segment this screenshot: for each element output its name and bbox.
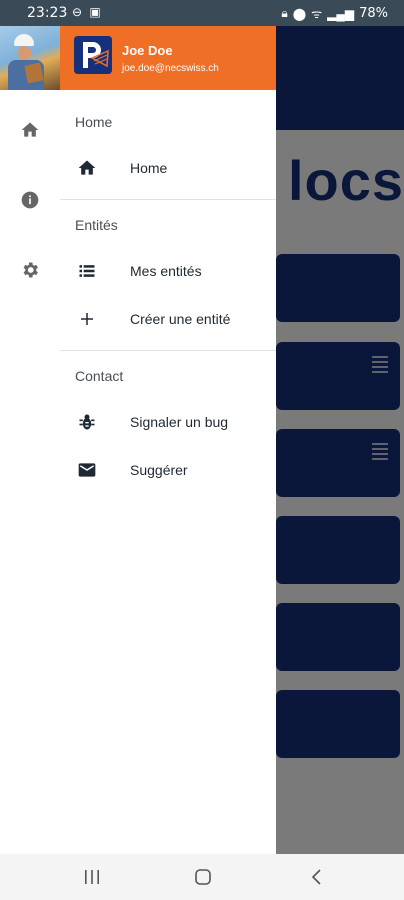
- list-icon: [76, 260, 98, 282]
- drawer-item-home[interactable]: Home: [60, 145, 276, 191]
- status-time: 23:23: [27, 5, 68, 21]
- location-icon: ⬤: [292, 6, 307, 21]
- drawer-item-mes-entites[interactable]: Mes entités: [60, 248, 276, 294]
- navigation-rail: [0, 26, 60, 854]
- bug-icon: [76, 411, 98, 433]
- signal-icon: ▂▄▆: [327, 6, 355, 21]
- drawer-header[interactable]: Joe Doe joe.doe@necswiss.ch: [60, 26, 276, 90]
- drawer-item-label: Mes entités: [130, 263, 202, 279]
- settings-icon[interactable]: [20, 260, 40, 280]
- mail-icon: [76, 459, 98, 481]
- home-icon[interactable]: [20, 120, 40, 140]
- section-title-contact: Contact: [75, 368, 124, 384]
- drawer-item-label: Signaler un bug: [130, 414, 229, 430]
- drawer-item-signaler-bug[interactable]: Signaler un bug: [60, 399, 276, 445]
- drawer-item-creer-entite[interactable]: Créer une entité: [60, 296, 276, 342]
- status-right-icons: 🔒︎ ⬤ ᯤ ▂▄▆ 78%: [281, 5, 388, 22]
- navigation-drawer: Joe Doe joe.doe@necswiss.ch Home Home En…: [60, 26, 276, 854]
- lock-icon: 🔒︎: [281, 6, 288, 20]
- wifi-icon: ᯤ: [311, 7, 323, 21]
- battery-level: 78%: [359, 6, 388, 21]
- drawer-item-label: Home: [130, 160, 168, 176]
- profile-photo[interactable]: [0, 26, 60, 90]
- status-left-icons: ⊖ ▣: [72, 5, 105, 19]
- message-icon: ▣: [89, 5, 101, 19]
- do-not-disturb-icon: ⊖: [72, 5, 83, 19]
- info-icon[interactable]: [20, 190, 40, 210]
- divider: [60, 350, 276, 351]
- drawer-item-label: Créer une entité: [130, 311, 231, 327]
- section-title-home: Home: [75, 114, 113, 130]
- divider: [60, 199, 276, 200]
- system-navigation-bar: [0, 854, 404, 900]
- user-email: joe.doe@necswiss.ch: [122, 63, 219, 74]
- home-icon: [76, 157, 98, 179]
- recents-button[interactable]: [82, 868, 102, 886]
- plus-icon: [76, 308, 98, 330]
- home-button[interactable]: [193, 868, 213, 886]
- section-title-entites: Entités: [75, 217, 118, 233]
- app-logo: [74, 36, 112, 74]
- status-bar: 23:23 ⊖ ▣ 🔒︎ ⬤ ᯤ ▂▄▆ 78%: [0, 0, 404, 26]
- drawer-item-label: Suggérer: [130, 462, 188, 478]
- drawer-item-suggerer[interactable]: Suggérer: [60, 447, 276, 493]
- user-name: Joe Doe: [122, 43, 173, 58]
- back-button[interactable]: [307, 868, 327, 886]
